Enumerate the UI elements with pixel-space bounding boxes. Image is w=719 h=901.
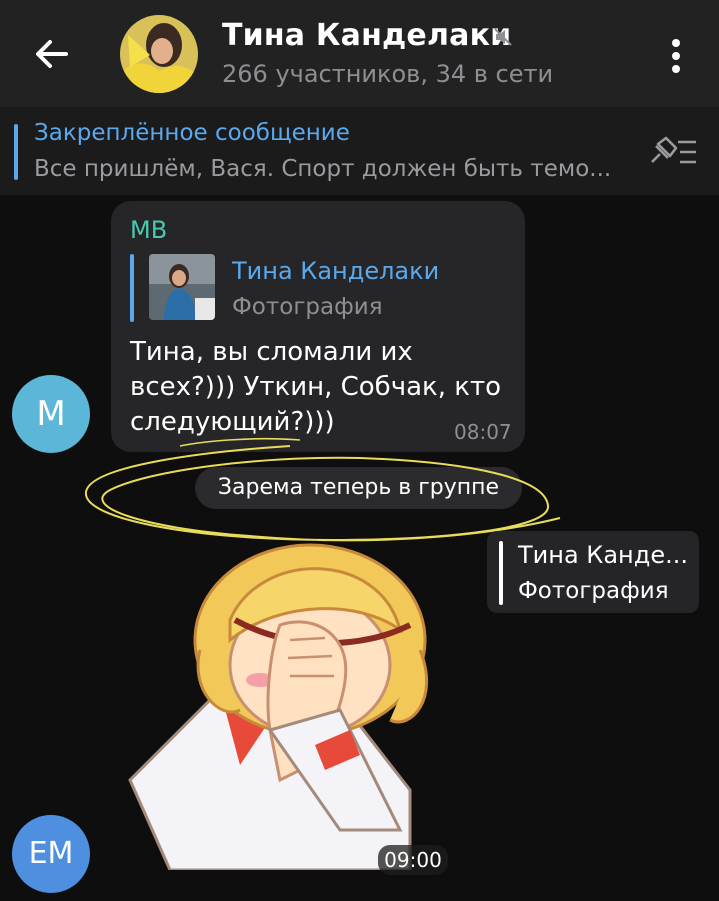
sender-avatar[interactable]: M: [12, 375, 90, 453]
reply-thumbnail[interactable]: [149, 254, 215, 320]
chat-header: [0, 0, 719, 107]
chat-avatar[interactable]: [120, 15, 198, 93]
reply-indicator: [130, 254, 134, 322]
pinned-label: Закреплённое сообщение: [34, 120, 350, 146]
sender-avatar[interactable]: EM: [12, 815, 90, 893]
message-text-line: всех?))) Уткин, Собчак, кто: [130, 372, 501, 402]
more-menu-icon[interactable]: [668, 38, 684, 74]
muted-icon: [492, 26, 514, 48]
sender-name[interactable]: MB: [130, 216, 167, 244]
facepalm-sticker[interactable]: [110, 530, 450, 872]
back-arrow-icon[interactable]: [30, 32, 74, 76]
message-time: 08:07: [454, 420, 512, 444]
reply-indicator: [499, 541, 503, 605]
chat-title: Тина Канделаки: [222, 18, 512, 53]
pin-list-icon[interactable]: [646, 132, 698, 172]
message-time: 09:00: [378, 845, 448, 875]
service-message: Зарема теперь в группе: [195, 467, 522, 509]
chat-subtitle: 266 участников, 34 в сети: [222, 60, 554, 88]
message-text-line: следующий?))): [130, 407, 335, 437]
message-text-line: Тина, вы сломали их: [130, 337, 413, 367]
pinned-indicator: [14, 124, 18, 180]
reply-type: Фотография: [232, 294, 383, 320]
reply-type: Фотография: [518, 578, 669, 604]
reply-sender-name: Тина Канде...: [518, 541, 688, 569]
reply-sender-name: Тина Канделаки: [232, 257, 440, 285]
pinned-text: Все пришлём, Вася. Спорт должен быть тем…: [34, 156, 612, 182]
